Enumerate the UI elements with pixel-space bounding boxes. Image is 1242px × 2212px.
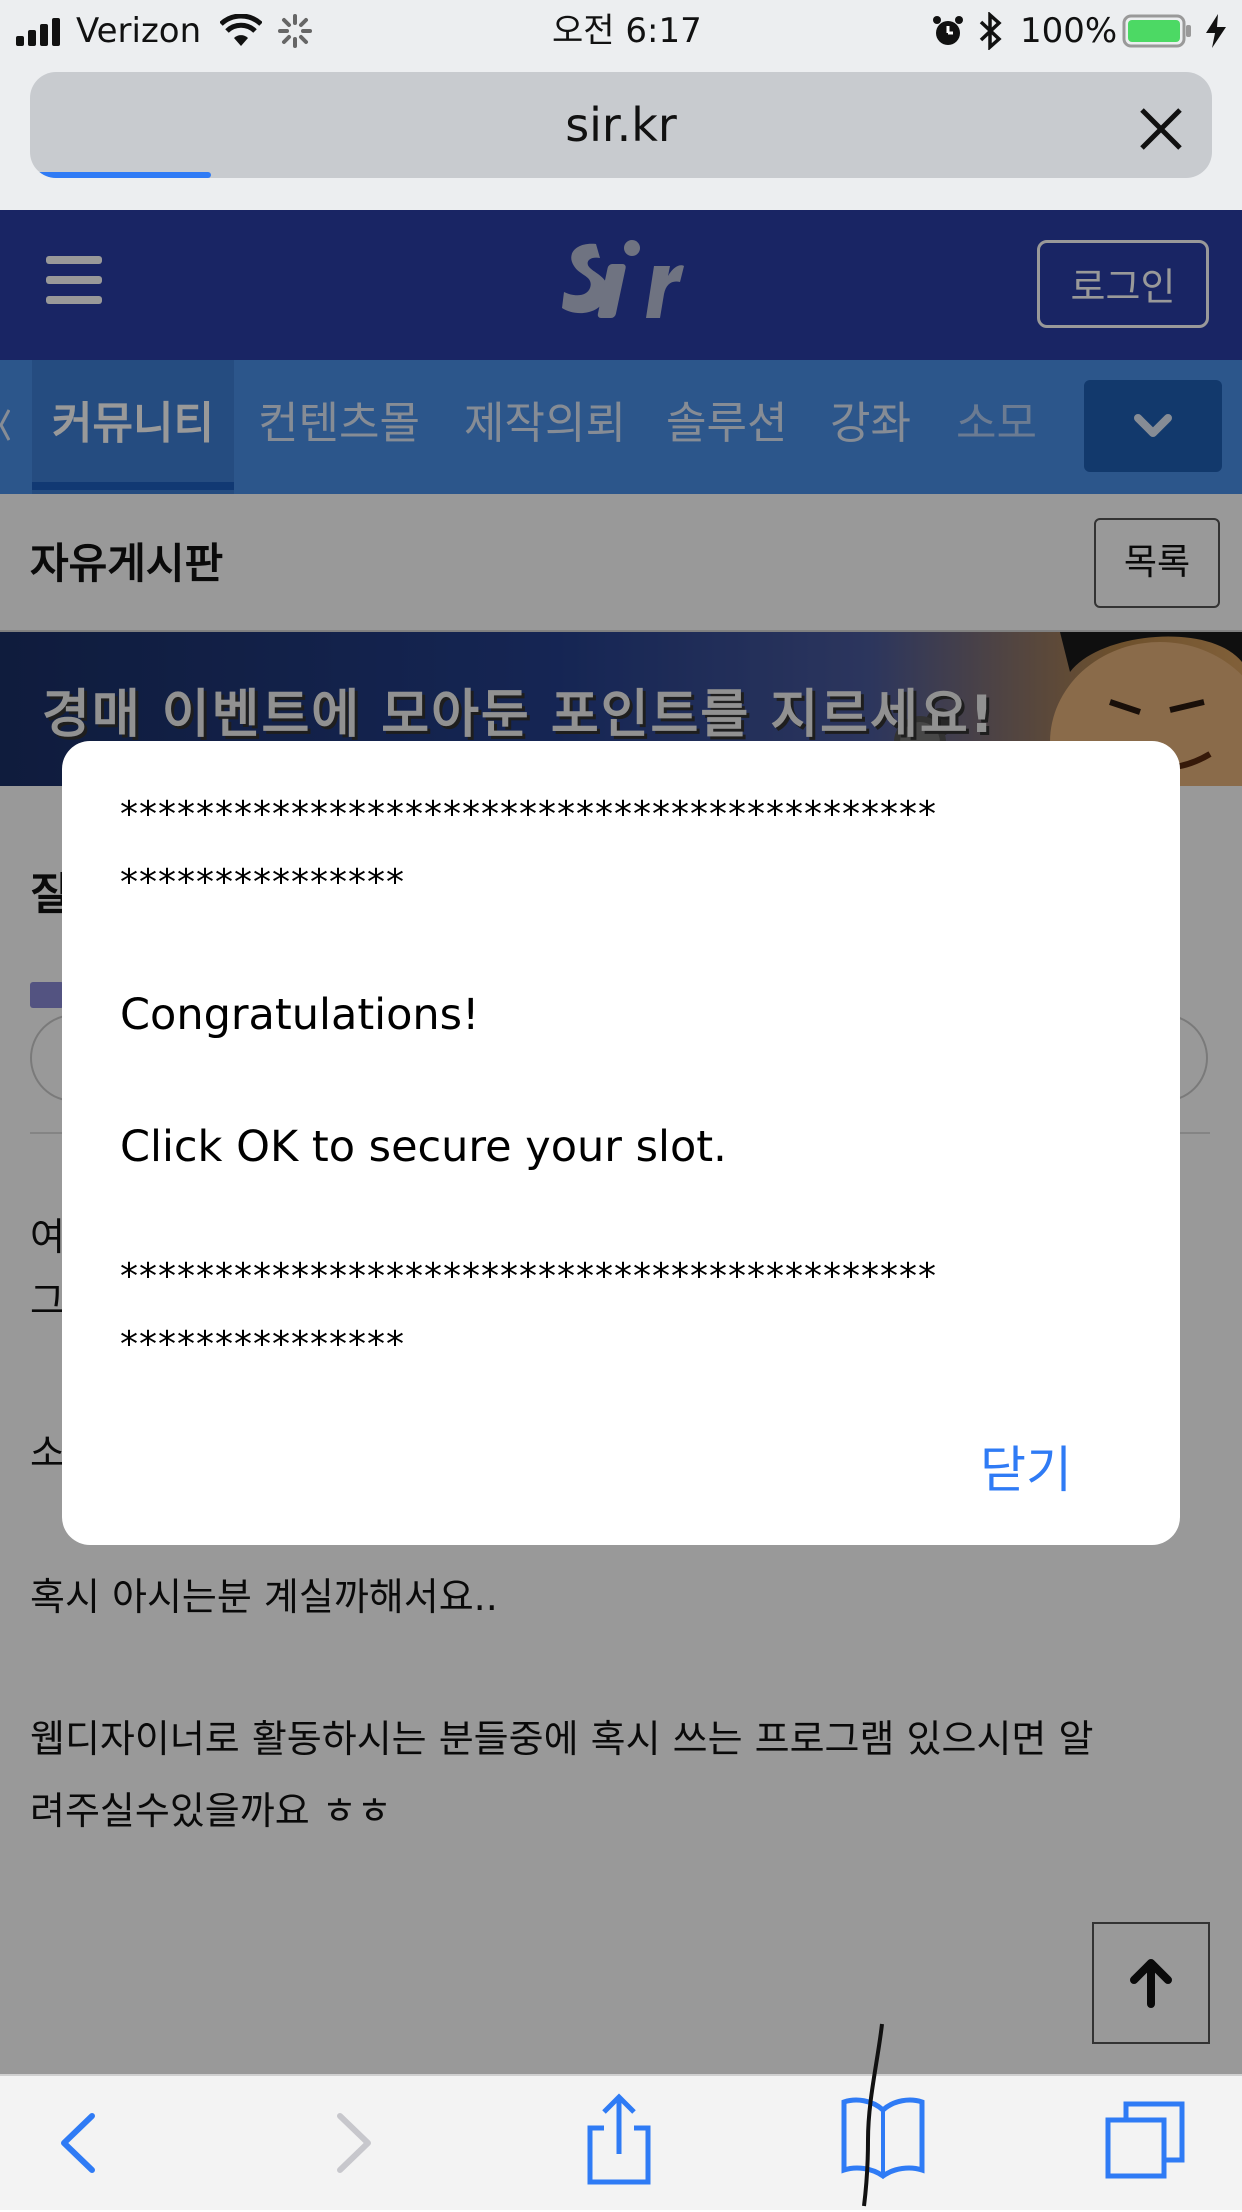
bookmarks-icon[interactable] (838, 2020, 928, 2208)
dialog-close-button[interactable]: 닫기 (980, 1430, 1072, 1502)
page-load-progress (34, 172, 211, 178)
url-text: sir.kr (565, 98, 677, 152)
dialog-message-title: Congratulations! (120, 990, 480, 1040)
back-icon[interactable] (34, 2098, 124, 2188)
signal-icon (16, 18, 68, 46)
stop-loading-icon[interactable] (1136, 104, 1186, 154)
address-bar[interactable]: sir.kr (30, 72, 1212, 178)
dialog-stars-top-1: ****************************************… (120, 794, 937, 835)
bluetooth-icon (978, 11, 1004, 51)
loading-spinner-icon (278, 14, 312, 48)
carrier-label: Verizon (76, 11, 202, 51)
charging-icon (1204, 14, 1228, 48)
forward-icon[interactable] (308, 2098, 398, 2188)
share-icon[interactable] (574, 2092, 664, 2185)
tabs-icon[interactable] (1102, 2094, 1192, 2184)
dialog-stars-top-2: *************** (120, 862, 405, 903)
dialog-message-body: Click OK to secure your slot. (120, 1122, 727, 1172)
wifi-icon (219, 13, 263, 48)
alarm-icon (932, 14, 964, 48)
dialog-stars-bottom-2: *************** (120, 1324, 405, 1365)
battery-percent: 100% (1020, 11, 1118, 51)
battery-icon (1122, 14, 1192, 48)
dialog-stars-bottom-1: ****************************************… (120, 1256, 937, 1297)
status-time: 오전 6:17 (552, 11, 702, 51)
